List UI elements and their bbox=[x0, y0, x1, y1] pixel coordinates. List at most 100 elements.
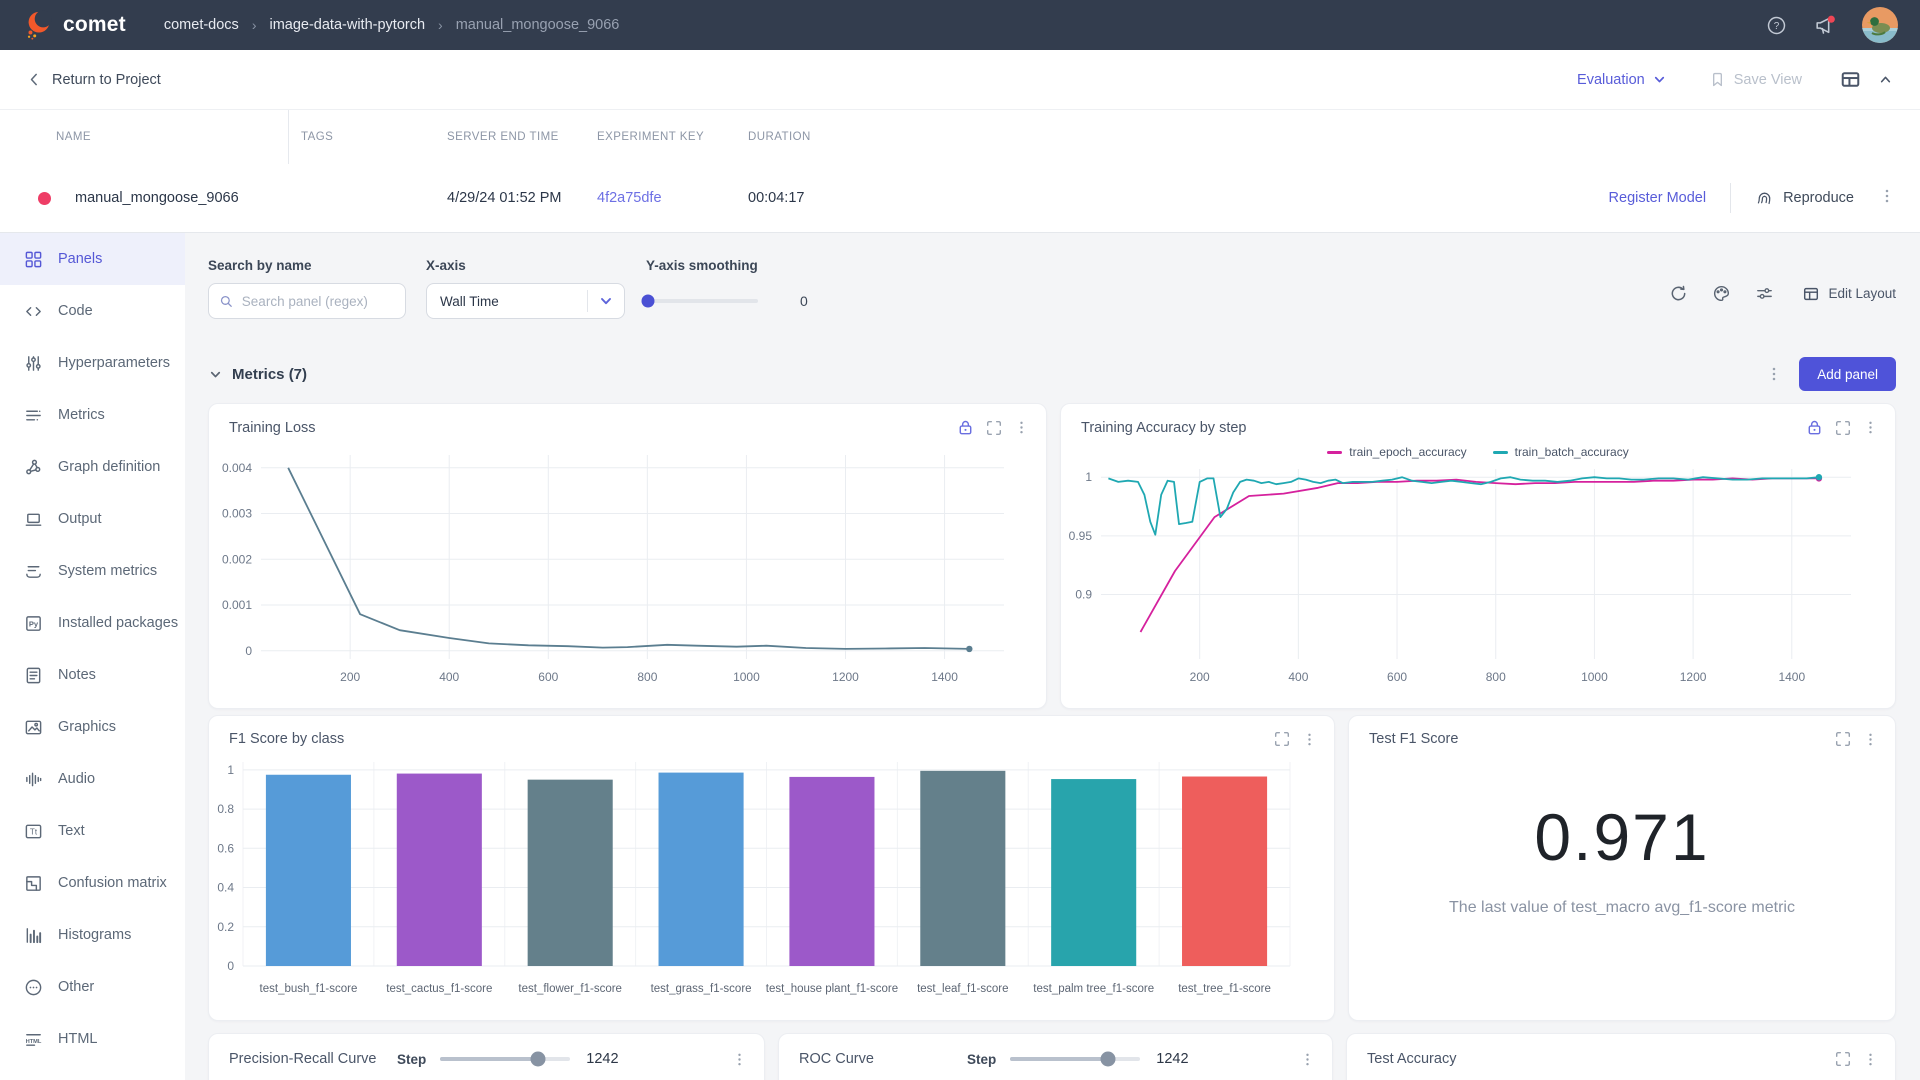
legend-item-train_epoch_accuracy[interactable]: train_epoch_accuracy bbox=[1327, 445, 1466, 459]
svg-text:0.8: 0.8 bbox=[217, 802, 234, 816]
svg-text:0.003: 0.003 bbox=[222, 507, 252, 521]
sidebar-item-graphics[interactable]: Graphics bbox=[0, 701, 185, 753]
panels-icon bbox=[24, 250, 43, 269]
expand-icon[interactable] bbox=[1834, 730, 1852, 748]
bar-test_cactus_f1-score[interactable] bbox=[397, 774, 482, 966]
bar-test_palm tree_f1-score[interactable] bbox=[1051, 779, 1136, 966]
metrics-icon bbox=[24, 406, 43, 425]
roc-step-slider[interactable] bbox=[1010, 1057, 1140, 1061]
layout-icon[interactable] bbox=[1840, 69, 1861, 90]
breadcrumb-workspace[interactable]: comet-docs bbox=[164, 17, 239, 33]
sidebar-item-other[interactable]: Other bbox=[0, 961, 185, 1013]
register-model-link[interactable]: Register Model bbox=[1609, 190, 1707, 206]
save-view-button[interactable]: Save View bbox=[1709, 71, 1802, 88]
panel-kebab-icon[interactable] bbox=[1299, 1051, 1316, 1068]
sidebar-item-code[interactable]: Code bbox=[0, 285, 185, 337]
edit-layout-label: Edit Layout bbox=[1828, 286, 1896, 301]
panel-kebab-icon[interactable] bbox=[1862, 1051, 1879, 1068]
sidebar-item-hyperparameters[interactable]: Hyperparameters bbox=[0, 337, 185, 389]
legend-swatch bbox=[1327, 451, 1342, 454]
bar-test_leaf_f1-score[interactable] bbox=[920, 771, 1005, 966]
column-header-server-end-time[interactable]: SERVER END TIME bbox=[447, 131, 597, 143]
lock-icon[interactable] bbox=[1805, 418, 1824, 437]
hyperparameters-icon bbox=[24, 354, 43, 373]
sidebar-item-html[interactable]: HTMLHTML bbox=[0, 1013, 185, 1065]
sidebar-item-label: Metrics bbox=[58, 407, 105, 423]
metrics-section-header: Metrics (7) Add panel bbox=[208, 357, 1896, 391]
breadcrumb-project[interactable]: image-data-with-pytorch bbox=[269, 17, 425, 33]
avatar[interactable] bbox=[1862, 7, 1898, 43]
sidebar-item-label: Graph definition bbox=[58, 459, 160, 475]
panel-kebab-icon[interactable] bbox=[1013, 419, 1030, 436]
sidebar-item-histograms[interactable]: Histograms bbox=[0, 909, 185, 961]
sidebar-item-confusion-matrix[interactable]: Confusion matrix bbox=[0, 857, 185, 909]
megaphone-icon[interactable] bbox=[1813, 14, 1836, 37]
expand-icon[interactable] bbox=[1834, 1050, 1852, 1068]
pr-step-slider[interactable] bbox=[440, 1057, 570, 1061]
roc-step-slider-knob[interactable] bbox=[1100, 1052, 1115, 1067]
add-panel-button[interactable]: Add panel bbox=[1799, 357, 1896, 391]
comet-logo[interactable]: comet bbox=[22, 9, 126, 41]
bar-test_flower_f1-score[interactable] bbox=[528, 780, 613, 966]
svg-text:1200: 1200 bbox=[832, 670, 859, 684]
legend-item-train_batch_accuracy[interactable]: train_batch_accuracy bbox=[1493, 445, 1629, 459]
series-train_loss bbox=[288, 468, 969, 649]
view-dropdown[interactable]: Evaluation bbox=[1577, 72, 1667, 88]
bar-test_grass_f1-score[interactable] bbox=[659, 773, 744, 966]
test-f1-caption: The last value of test_macro avg_f1-scor… bbox=[1449, 899, 1795, 917]
collapse-header-icon[interactable] bbox=[1877, 71, 1894, 88]
metrics-section-toggle[interactable]: Metrics (7) bbox=[208, 366, 307, 383]
sidebar-item-metrics[interactable]: Metrics bbox=[0, 389, 185, 441]
table-row[interactable]: manual_mongoose_9066 4/29/24 01:52 PM 4f… bbox=[0, 164, 1920, 232]
bar-test_house plant_f1-score[interactable] bbox=[789, 777, 874, 966]
row-kebab-icon[interactable] bbox=[1878, 187, 1896, 209]
breadcrumb-experiment[interactable]: manual_mongoose_9066 bbox=[456, 17, 620, 33]
svg-text:HTML: HTML bbox=[26, 1038, 42, 1044]
sliders-icon[interactable] bbox=[1755, 284, 1774, 303]
pr-step-slider-knob[interactable] bbox=[530, 1052, 545, 1067]
sidebar-item-system-metrics[interactable]: System metrics bbox=[0, 545, 185, 597]
smoothing-slider[interactable] bbox=[646, 299, 758, 303]
expand-icon[interactable] bbox=[985, 419, 1003, 437]
bar-test_bush_f1-score[interactable] bbox=[266, 775, 351, 966]
smoothing-slider-knob[interactable] bbox=[642, 295, 655, 308]
sidebar-item-panels[interactable]: Panels bbox=[0, 233, 185, 285]
column-header-tags[interactable]: TAGS bbox=[301, 131, 447, 143]
help-icon[interactable]: ? bbox=[1766, 15, 1787, 36]
experiment-key-link[interactable]: 4f2a75dfe bbox=[597, 190, 662, 206]
return-to-project-link[interactable]: Return to Project bbox=[26, 71, 161, 88]
panel-kebab-icon[interactable] bbox=[1862, 731, 1879, 748]
sidebar-item-text[interactable]: TtText bbox=[0, 805, 185, 857]
refresh-icon[interactable] bbox=[1669, 284, 1688, 303]
sidebar-item-label: Histograms bbox=[58, 927, 131, 943]
sidebar-item-audio[interactable]: Audio bbox=[0, 753, 185, 805]
bar-test_tree_f1-score[interactable] bbox=[1182, 777, 1267, 966]
sidebar-item-graph-definition[interactable]: Graph definition bbox=[0, 441, 185, 493]
sidebar-item-label: System metrics bbox=[58, 563, 157, 579]
column-header-duration[interactable]: DURATION bbox=[748, 131, 898, 143]
panel-kebab-icon[interactable] bbox=[1301, 731, 1318, 748]
svg-text:200: 200 bbox=[340, 670, 360, 684]
expand-icon[interactable] bbox=[1834, 419, 1852, 437]
step-label: Step bbox=[397, 1052, 426, 1067]
main-content: Search by name X-axis Wall Time bbox=[185, 233, 1920, 1080]
column-header-name[interactable]: NAME bbox=[56, 110, 289, 164]
search-input[interactable] bbox=[242, 294, 395, 309]
sidebar-item-notes[interactable]: Notes bbox=[0, 649, 185, 701]
palette-icon[interactable] bbox=[1712, 284, 1731, 303]
metrics-kebab-icon[interactable] bbox=[1765, 365, 1783, 383]
edit-layout-button[interactable]: Edit Layout bbox=[1802, 285, 1896, 303]
svg-text:1400: 1400 bbox=[1778, 670, 1805, 684]
column-header-experiment-key[interactable]: EXPERIMENT KEY bbox=[597, 131, 748, 143]
expand-icon[interactable] bbox=[1273, 730, 1291, 748]
lock-icon[interactable] bbox=[956, 418, 975, 437]
x-axis-select[interactable]: Wall Time bbox=[426, 283, 625, 319]
svg-text:400: 400 bbox=[1288, 670, 1308, 684]
panel-kebab-icon[interactable] bbox=[731, 1051, 748, 1068]
sidebar-item-installed-packages[interactable]: PyInstalled packages bbox=[0, 597, 185, 649]
sidebar-item-output[interactable]: Output bbox=[0, 493, 185, 545]
panel-kebab-icon[interactable] bbox=[1862, 419, 1879, 436]
reproduce-button[interactable]: Reproduce bbox=[1755, 189, 1854, 208]
svg-text:400: 400 bbox=[439, 670, 459, 684]
series-train_epoch_accuracy bbox=[1141, 478, 1819, 632]
